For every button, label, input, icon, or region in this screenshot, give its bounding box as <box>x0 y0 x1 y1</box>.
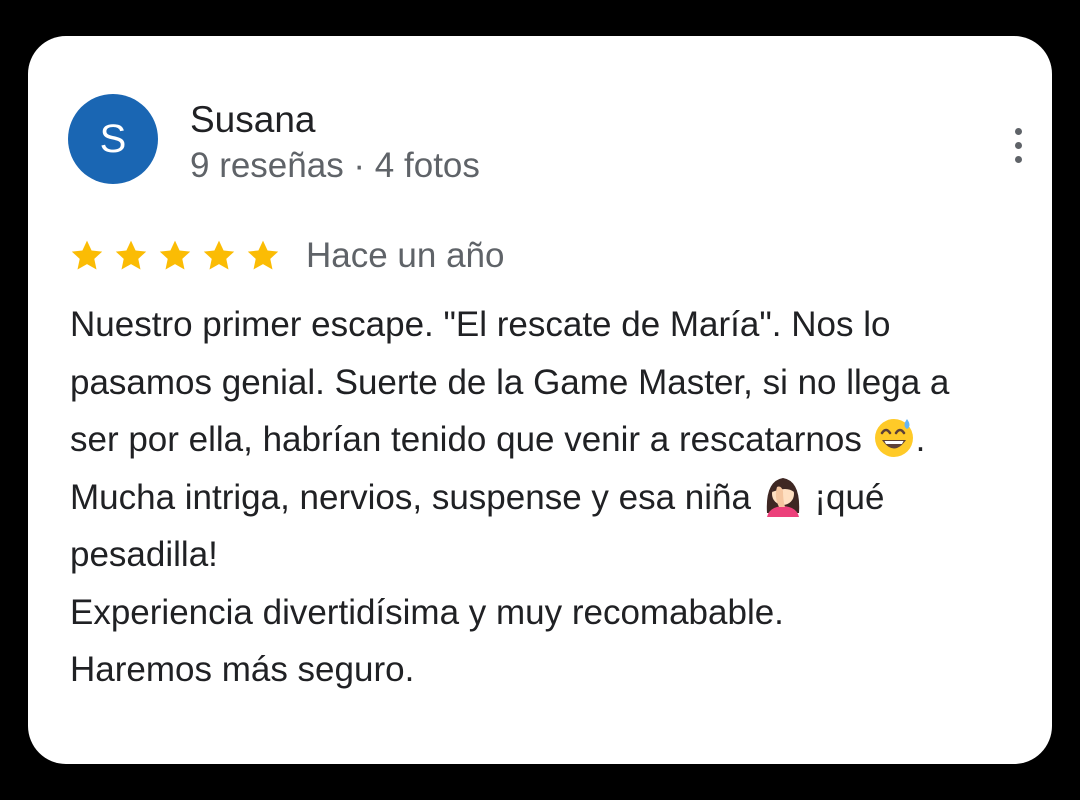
star-icon <box>203 240 235 270</box>
star-icon <box>71 240 103 270</box>
review-line-text: ¡qué <box>804 477 885 517</box>
star-icon <box>159 240 191 270</box>
review-line: Experiencia divertidísima y muy recomaba… <box>70 592 784 632</box>
review-line: Haremos más seguro. <box>70 650 415 689</box>
star-icon <box>115 240 147 270</box>
review-date: Hace un año <box>306 236 505 275</box>
facepalm-woman-emoji-icon <box>766 477 799 517</box>
review-line-text: ser por ella, habrían tenido que venir a… <box>70 420 872 459</box>
review-line: ser por ella, habrían tenido que venir a… <box>70 411 1040 469</box>
review-line: pasamos genial. Suerte de la Game Master… <box>70 362 950 402</box>
star-icon <box>247 240 279 270</box>
more-options-button[interactable] <box>1004 126 1034 166</box>
avatar[interactable]: S <box>68 94 158 184</box>
more-vert-icon-dot <box>1015 142 1022 149</box>
review-line: Nuestro primer escape. "El rescate de Ma… <box>70 305 891 344</box>
reviewer-name[interactable]: Susana <box>190 98 316 142</box>
review-line-text: Mucha intriga, nervios, suspense y esa n… <box>70 477 761 517</box>
review-text: Nuestro primer escape. "El rescate de Ma… <box>70 296 1040 699</box>
review-line: Mucha intriga, nervios, suspense y esa n… <box>70 469 1040 527</box>
star-rating <box>68 234 288 278</box>
more-vert-icon <box>1015 128 1022 135</box>
grinning-sweat-emoji-icon <box>874 419 913 457</box>
review-line: pesadilla! <box>70 535 218 574</box>
review-line-text: . <box>915 420 926 459</box>
more-vert-icon-dot <box>1015 156 1022 163</box>
reviewer-meta: 9 reseñas · 4 fotos <box>190 146 480 185</box>
review-card: S Susana 9 reseñas · 4 fotos Hace un año… <box>28 36 1052 764</box>
